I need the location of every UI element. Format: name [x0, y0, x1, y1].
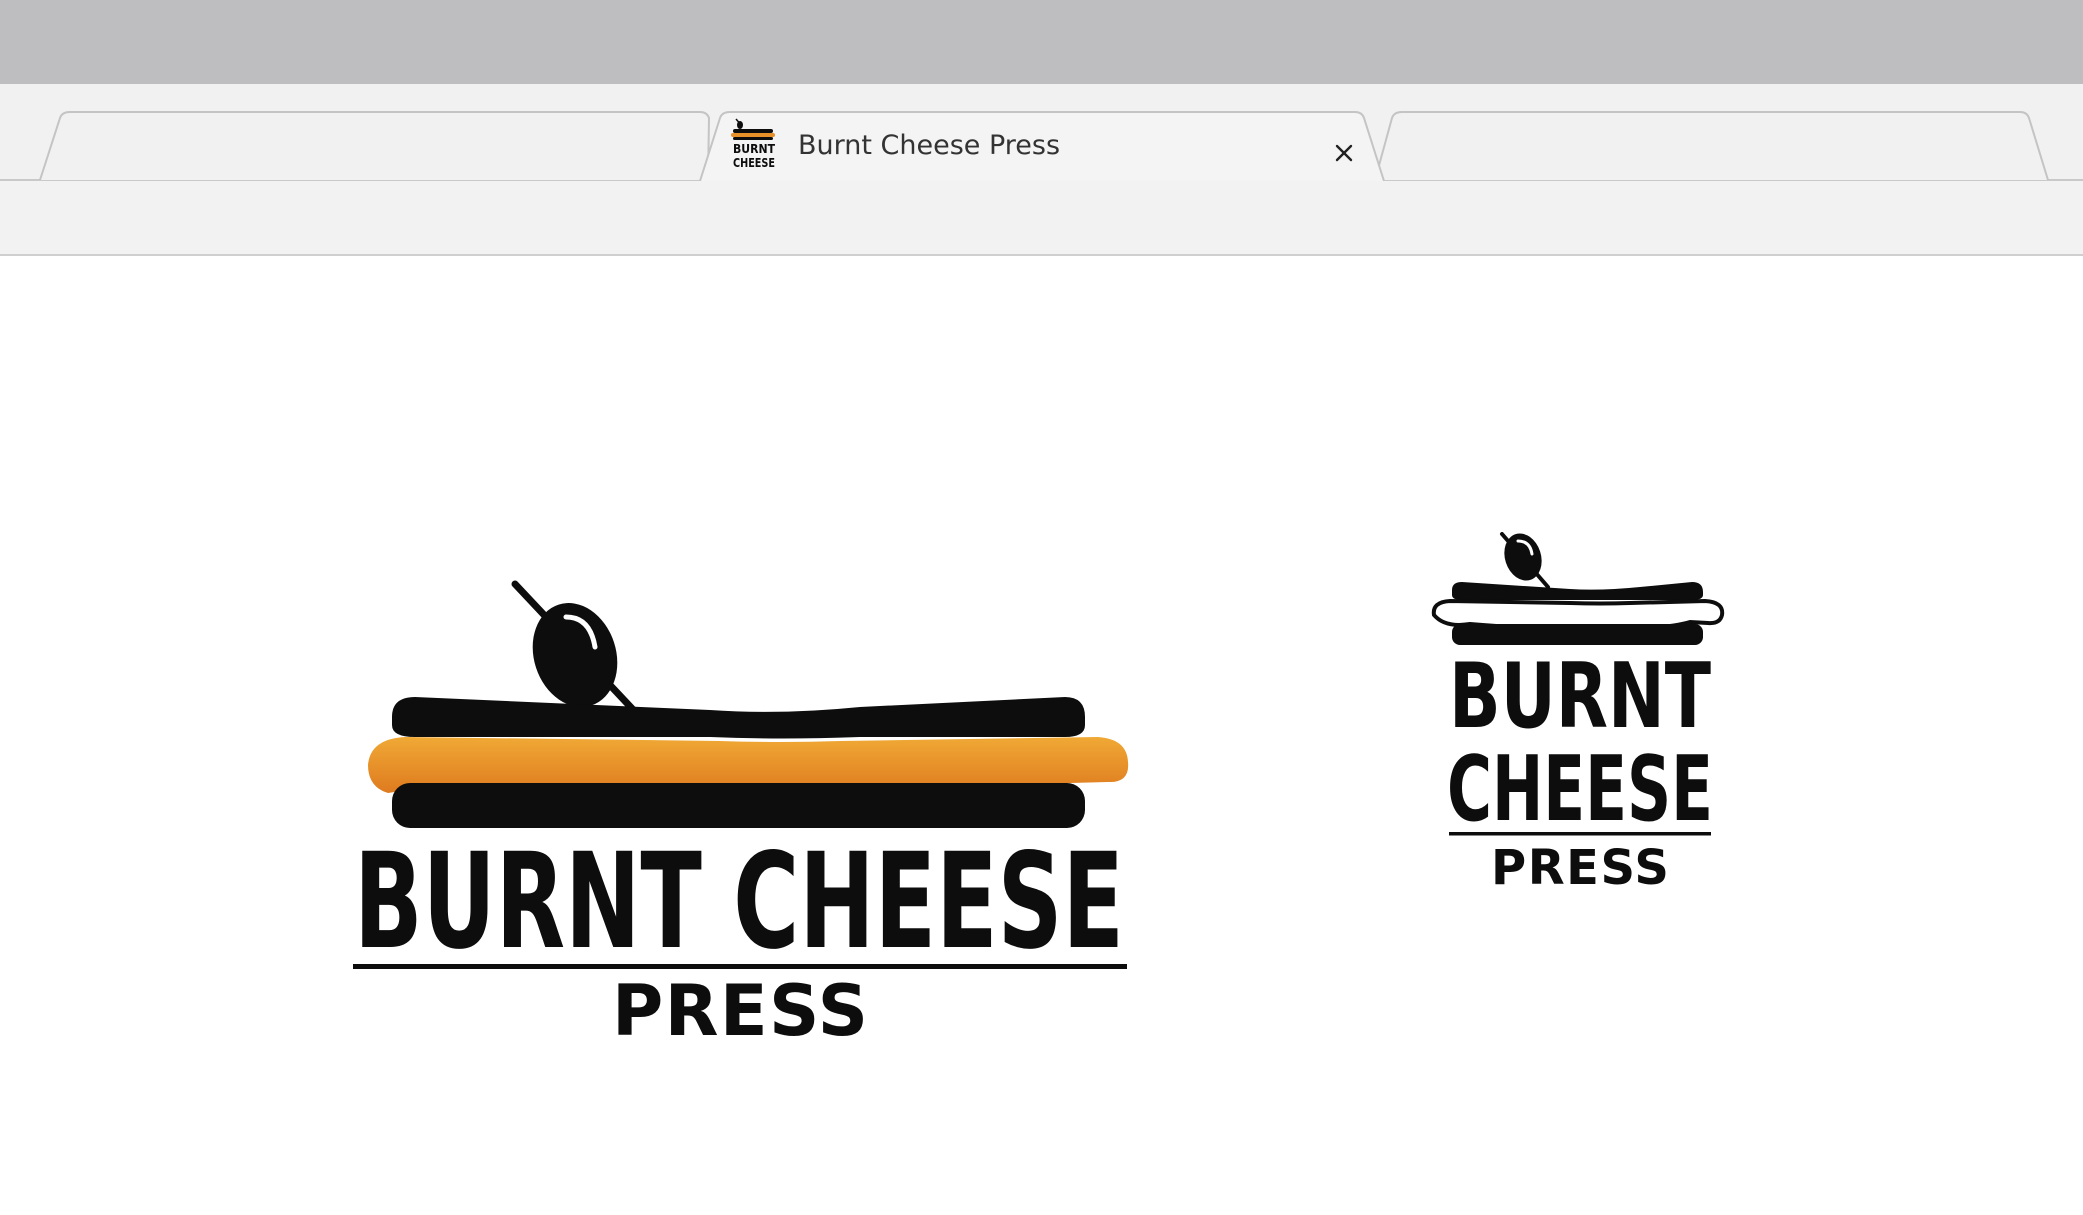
olive-icon — [511, 580, 644, 721]
tab-inactive-1[interactable] — [60, 114, 700, 166]
logo-large: BURNT CHEESE — [353, 580, 1129, 977]
logo-small-rule — [1449, 832, 1711, 836]
favicon-line2: CHEESE — [733, 156, 775, 170]
logo-small-press: PRESS — [1491, 840, 1669, 896]
bread-top — [392, 697, 1085, 739]
logo-small-line1: BURNT — [1449, 644, 1711, 749]
bread-top — [1452, 582, 1703, 600]
favicon: BURNT CHEESE — [731, 118, 776, 170]
tab-inactive-2[interactable] — [1400, 114, 2020, 166]
page-content: BURNT CHEESE PRESS BURNT CHEESE PRESS — [0, 257, 2083, 1215]
favicon-line1: BURNT — [733, 142, 776, 156]
bread-bottom — [1452, 624, 1703, 645]
browser-toolbar — [0, 181, 2083, 256]
olive-icon — [1500, 532, 1550, 589]
logo-large-tagline: PRESS — [612, 971, 868, 1051]
logo-large-wordmark: BURNT CHEESE — [354, 825, 1124, 977]
logo-small: BURNT CHEESE PRESS — [1431, 532, 1725, 896]
window-titlebar[interactable] — [0, 0, 2083, 84]
logo-large-press: PRESS — [612, 971, 868, 1051]
tab-title: Burnt Cheese Press — [798, 130, 1061, 161]
tab-strip: BURNT CHEESE Burnt Cheese Press — [0, 84, 2083, 181]
close-icon[interactable] — [1329, 138, 1359, 168]
bread-bottom — [392, 783, 1085, 828]
logo-small-line2: CHEESE — [1447, 737, 1713, 842]
logo-large-rule — [353, 964, 1127, 969]
